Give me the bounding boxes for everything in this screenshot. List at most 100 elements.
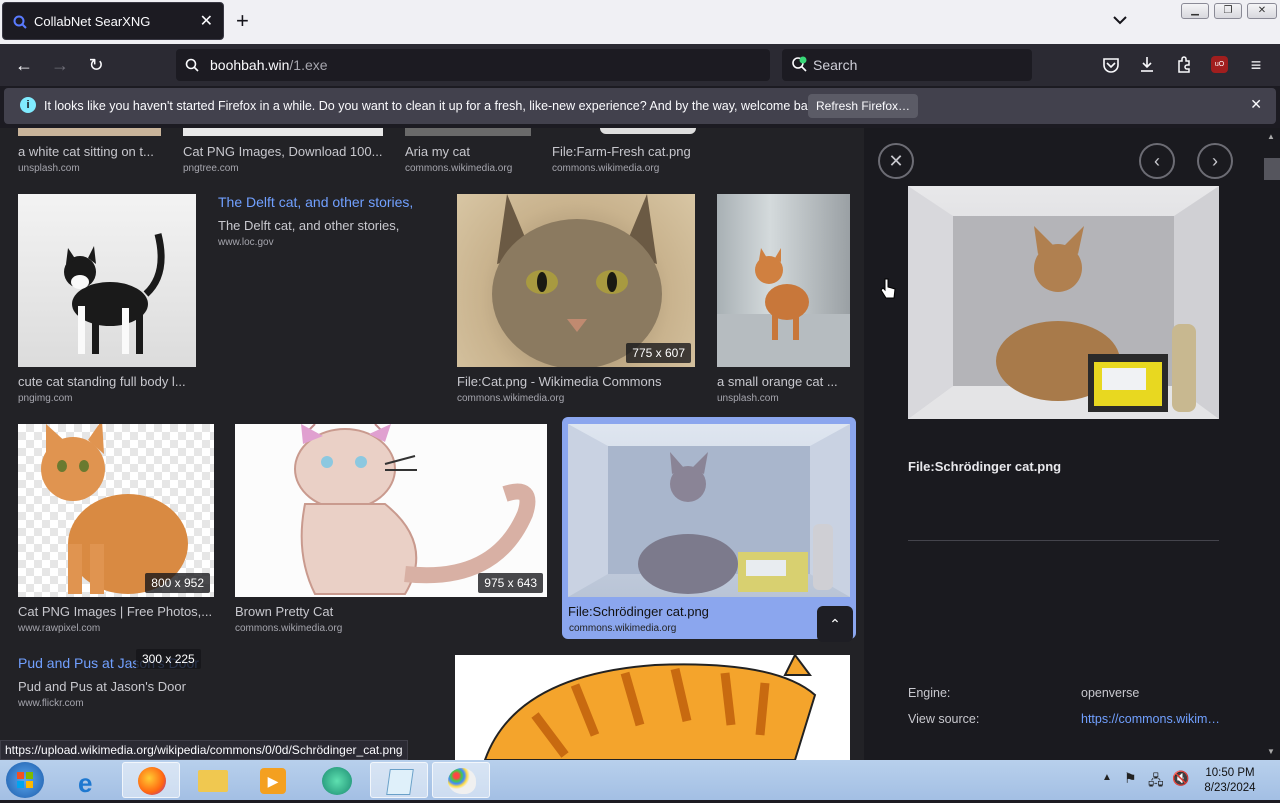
windows-logo-icon (17, 772, 33, 788)
search-bar[interactable]: Search (782, 49, 1032, 81)
paint-icon (448, 768, 476, 794)
cat-drawing-icon (483, 655, 817, 760)
navigation-toolbar: ← → ↻ boohbah.win/1.exe Search uO ≡ (0, 44, 1280, 86)
taskbar-clock[interactable]: 10:50 PM 8/23/2024 (1196, 766, 1264, 796)
result-thumbnail-orange-cat[interactable] (717, 194, 850, 367)
extensions-icon[interactable] (1175, 55, 1193, 73)
notepad-icon (386, 769, 414, 795)
clock-date: 8/23/2024 (1204, 782, 1256, 794)
result-thumbnail-brown-pretty-cat[interactable]: 975 x 643 (235, 424, 547, 597)
taskbar-app[interactable] (308, 762, 366, 798)
clock-time: 10:50 PM (1205, 767, 1255, 779)
result-thumbnail-schrodinger-cat[interactable] (568, 424, 850, 597)
selected-result-card[interactable]: File:Schrödinger cat.png commons.wikimed… (562, 417, 856, 639)
volume-muted-icon[interactable]: 🔇 (1172, 770, 1189, 787)
result-title[interactable]: Cat PNG Images, Download 100... (183, 144, 388, 159)
close-detail-button[interactable]: ✕ (878, 143, 914, 179)
next-image-button[interactable]: › (1197, 143, 1233, 179)
scroll-down-icon[interactable]: ▼ (1267, 747, 1275, 756)
image-dimensions: 300 x 225 (136, 649, 201, 669)
network-icon[interactable]: 🖧 (1148, 770, 1164, 794)
show-hidden-icons-icon[interactable]: ▲ (1102, 772, 1112, 783)
result-title[interactable]: a white cat sitting on t... (18, 144, 163, 159)
engine-label: Engine: (908, 686, 951, 700)
result-source: www.flickr.com (18, 698, 84, 709)
tab-close-icon[interactable]: ✕ (200, 11, 213, 31)
taskbar-paint[interactable] (432, 762, 490, 798)
scrollbar-thumb[interactable] (1264, 158, 1280, 180)
taskbar-file-explorer[interactable] (184, 762, 242, 798)
scroll-to-top-button[interactable]: ⌃ (817, 606, 853, 642)
result-title[interactable]: File:Cat.png - Wikimedia Commons (457, 374, 697, 389)
cat-image-icon (64, 233, 165, 354)
back-arrow-icon[interactable]: ← (13, 54, 35, 76)
result-thumbnail[interactable] (600, 128, 696, 134)
media-player-icon: ▶ (260, 768, 286, 794)
start-button[interactable] (6, 762, 44, 798)
notification-message: It looks like you haven't started Firefo… (44, 99, 824, 113)
detail-title: File:Schrödinger cat.png (908, 459, 1062, 474)
status-url-tooltip: https://upload.wikimedia.org/wikipedia/c… (0, 740, 408, 760)
engine-value: openverse (1081, 686, 1140, 700)
result-thumbnail[interactable] (18, 128, 161, 136)
action-center-flag-icon[interactable]: ⚑ (1124, 770, 1137, 787)
result-source: commons.wikimedia.org (552, 163, 660, 174)
page-scrollbar[interactable]: ▲ ▼ (1264, 128, 1280, 760)
result-title[interactable]: File:Farm-Fresh cat.png (552, 144, 712, 159)
folder-icon (198, 770, 228, 792)
taskbar-internet-explorer[interactable]: e (62, 762, 120, 798)
restore-button[interactable]: ❐ (1214, 3, 1242, 19)
result-source: www.rawpixel.com (18, 623, 101, 634)
detail-separator (908, 540, 1219, 541)
taskbar-notepad[interactable] (370, 762, 428, 798)
view-source-link[interactable]: https://commons.wikimedia.org/w/index.ph… (1081, 712, 1221, 726)
result-source: commons.wikimedia.org (569, 623, 677, 634)
result-link[interactable]: The Delft cat, and other stories, (218, 194, 413, 210)
url-path: /1.exe (289, 57, 328, 73)
result-thumbnail-cute-cat[interactable] (18, 194, 196, 367)
cat-drawing-icon (294, 424, 536, 595)
minimize-button[interactable]: ▁ (1181, 3, 1209, 19)
cat-image-icon (717, 248, 850, 367)
reload-icon[interactable]: ↻ (85, 54, 107, 76)
previous-image-button[interactable]: ‹ (1139, 143, 1175, 179)
result-thumbnail[interactable] (405, 128, 531, 136)
app-icon (322, 767, 352, 795)
result-source: pngtree.com (183, 163, 239, 174)
result-source: pngimg.com (18, 393, 73, 404)
refresh-firefox-button[interactable]: Refresh Firefox… (808, 94, 918, 118)
url-bar[interactable]: boohbah.win/1.exe (176, 49, 770, 81)
result-source: unsplash.com (717, 393, 779, 404)
result-thumbnail-orange-sitting-cat[interactable]: 800 x 952 (18, 424, 214, 597)
scroll-up-icon[interactable]: ▲ (1267, 132, 1275, 141)
result-title[interactable]: File:Schrödinger cat.png (568, 604, 808, 619)
result-title[interactable]: cute cat standing full body l... (18, 374, 193, 389)
url-host: boohbah.win (210, 57, 290, 73)
forward-arrow-icon[interactable]: → (49, 54, 71, 76)
pocket-icon[interactable] (1102, 56, 1120, 74)
tab-collabnet-searxng[interactable]: CollabNet SearXNG ✕ (2, 2, 224, 40)
ublock-origin-icon[interactable]: uO (1211, 56, 1228, 73)
hamburger-menu-icon[interactable]: ≡ (1245, 54, 1267, 76)
notification-close-icon[interactable]: ✕ (1250, 96, 1262, 113)
detail-image-schrodinger-cat[interactable] (908, 186, 1219, 419)
result-title[interactable]: Cat PNG Images | Free Photos,... (18, 604, 216, 619)
result-thumbnail-striped-cat[interactable] (455, 655, 850, 760)
result-source: unsplash.com (18, 163, 80, 174)
windows-taskbar: e ▶ ▲ ⚑ 🖧 🔇 10:50 PM 8/23/2024 (0, 760, 1280, 800)
taskbar-media-player[interactable]: ▶ (244, 762, 302, 798)
taskbar-firefox[interactable] (122, 762, 180, 798)
new-tab-icon[interactable]: + (236, 8, 249, 34)
result-title[interactable]: Brown Pretty Cat (235, 604, 545, 619)
result-title[interactable]: a small orange cat ... (717, 374, 845, 389)
result-source: commons.wikimedia.org (235, 623, 343, 634)
downloads-icon[interactable] (1138, 55, 1156, 73)
result-thumbnail-tabby[interactable]: 775 x 607 (457, 194, 695, 367)
result-title[interactable]: Aria my cat (405, 144, 535, 159)
result-source: commons.wikimedia.org (405, 163, 513, 174)
list-all-tabs-icon[interactable] (1112, 12, 1128, 28)
result-thumbnail[interactable] (183, 128, 383, 136)
close-window-button[interactable]: ✕ (1247, 3, 1277, 19)
cat-image-icon (492, 194, 662, 367)
search-icon (185, 58, 199, 72)
